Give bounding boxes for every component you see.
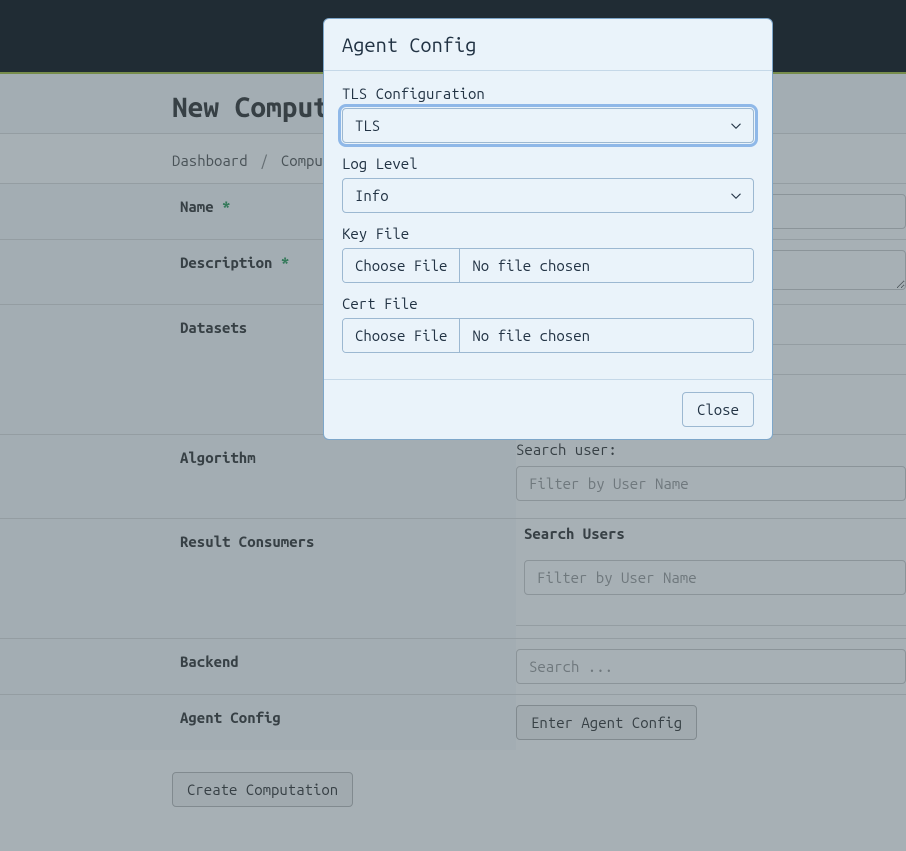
cert-file-input[interactable]: Choose File No file chosen	[342, 318, 754, 353]
key-file-choose-button[interactable]: Choose File	[343, 249, 460, 282]
key-file-label: Key File	[342, 225, 754, 242]
log-level-label: Log Level	[342, 155, 754, 172]
key-file-field: Key File Choose File No file chosen	[342, 225, 754, 283]
key-file-input[interactable]: Choose File No file chosen	[342, 248, 754, 283]
agent-config-modal: Agent Config TLS Configuration TLS Log L…	[323, 18, 773, 440]
modal-footer: Close	[324, 379, 772, 439]
tls-config-label: TLS Configuration	[342, 85, 754, 102]
cert-file-status: No file chosen	[460, 319, 753, 352]
tls-config-field: TLS Configuration TLS	[342, 85, 754, 143]
cert-file-field: Cert File Choose File No file chosen	[342, 295, 754, 353]
modal-body: TLS Configuration TLS Log Level Info Key…	[324, 71, 772, 379]
log-level-field: Log Level Info	[342, 155, 754, 213]
log-level-select[interactable]: Info	[342, 178, 754, 213]
tls-config-select[interactable]: TLS	[342, 108, 754, 143]
modal-title: Agent Config	[342, 33, 754, 56]
modal-header: Agent Config	[324, 19, 772, 71]
close-button[interactable]: Close	[682, 392, 754, 427]
key-file-status: No file chosen	[460, 249, 753, 282]
cert-file-choose-button[interactable]: Choose File	[343, 319, 460, 352]
cert-file-label: Cert File	[342, 295, 754, 312]
